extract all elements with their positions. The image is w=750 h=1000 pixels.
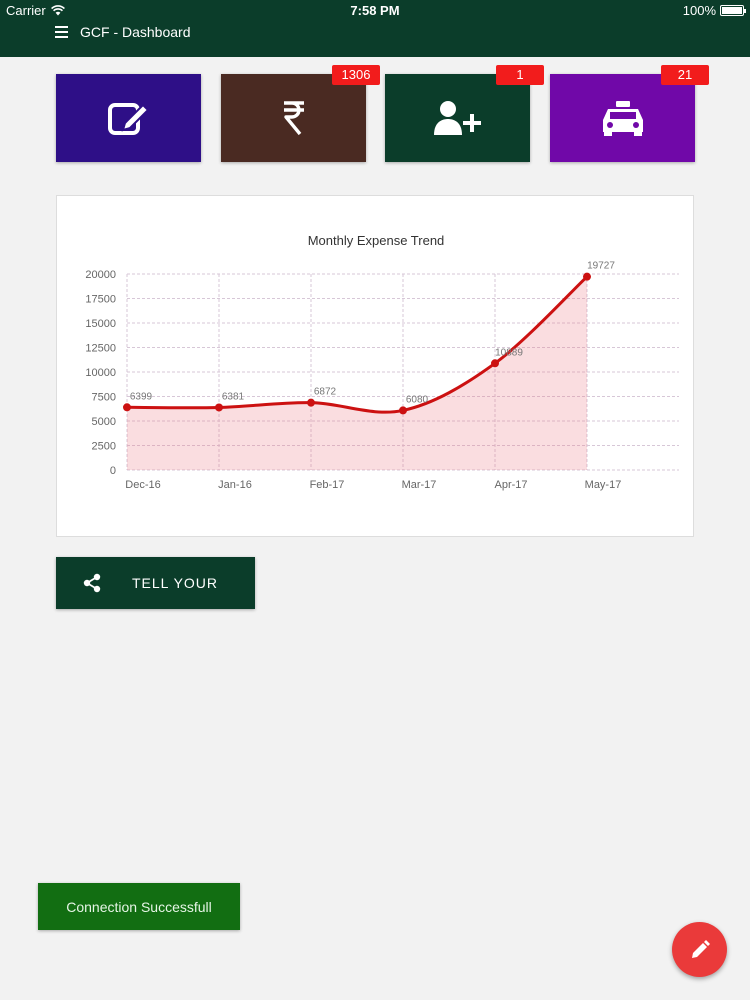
status-bar: Carrier 7:58 PM 100% — [0, 0, 750, 20]
expense-badge: 1306 — [332, 65, 380, 85]
x-tick-label: Feb-17 — [310, 479, 345, 491]
data-point — [399, 406, 407, 415]
data-point — [583, 272, 591, 281]
rupee-icon — [283, 101, 304, 136]
x-tick-label: Mar-17 — [402, 479, 437, 491]
share-button[interactable]: TELL YOUR — [56, 557, 255, 609]
y-tick-label: 7500 — [92, 392, 116, 404]
page-title: GCF - Dashboard — [80, 24, 191, 40]
add-user-badge: 1 — [496, 65, 544, 85]
chart-title: Monthly Expense Trend — [308, 233, 445, 248]
pencil-icon — [691, 939, 710, 958]
data-point — [123, 403, 131, 412]
tile-edit[interactable] — [56, 74, 201, 162]
tile-taxi[interactable]: 21 — [550, 65, 709, 162]
expense-chart: Monthly Expense Trend 0 2500 5000 7500 10000 1… — [85, 233, 679, 491]
share-icon — [83, 573, 101, 593]
add-user-icon — [433, 101, 481, 135]
connection-toast: Connection Successfull — [38, 883, 240, 930]
data-point — [491, 359, 499, 368]
y-tick-label: 20000 — [85, 269, 116, 281]
edit-fab[interactable] — [672, 922, 727, 977]
battery-icon — [720, 5, 746, 16]
data-label: 6080 — [406, 394, 429, 405]
share-button-label: TELL YOUR — [132, 575, 219, 591]
tile-expense[interactable]: 1306 — [221, 65, 380, 162]
status-right: 100% — [682, 3, 746, 18]
series-area — [127, 276, 587, 470]
y-tick-label: 12500 — [85, 343, 116, 355]
hamburger-menu-icon[interactable] — [55, 26, 68, 38]
tile-add-user[interactable]: 1 — [385, 65, 544, 162]
x-tick-label: Dec-16 — [125, 479, 160, 491]
y-tick-label: 2500 — [92, 441, 116, 453]
data-point — [215, 403, 223, 412]
x-tick-label: Jan-16 — [218, 479, 252, 491]
y-tick-label: 15000 — [85, 318, 116, 330]
x-tick-label: Apr-17 — [494, 479, 527, 491]
edit-icon — [107, 103, 149, 135]
y-tick-label: 10000 — [85, 367, 116, 379]
data-label: 19727 — [587, 261, 615, 272]
data-label: 6381 — [222, 391, 245, 402]
data-point — [307, 398, 315, 407]
data-label: 6399 — [130, 391, 153, 402]
app-header: Carrier 7:58 PM 100% GCF - Dashboard — [0, 0, 750, 57]
taxi-badge: 21 — [661, 65, 709, 85]
data-label: 10889 — [495, 347, 523, 358]
battery-fill — [722, 7, 742, 14]
status-time: 7:58 PM — [350, 3, 400, 18]
y-tick-label: 5000 — [92, 416, 116, 428]
y-tick-label: 0 — [110, 465, 116, 477]
data-label: 6872 — [314, 387, 337, 398]
y-tick-label: 17500 — [85, 294, 116, 306]
x-tick-label: May-17 — [585, 479, 622, 491]
expense-chart-card: Monthly Expense Trend 0 2500 5000 7500 10000 1… — [56, 195, 694, 537]
taxi-icon — [602, 101, 643, 136]
battery-percent: 100% — [682, 3, 716, 18]
toolbar: GCF - Dashboard — [55, 24, 190, 40]
